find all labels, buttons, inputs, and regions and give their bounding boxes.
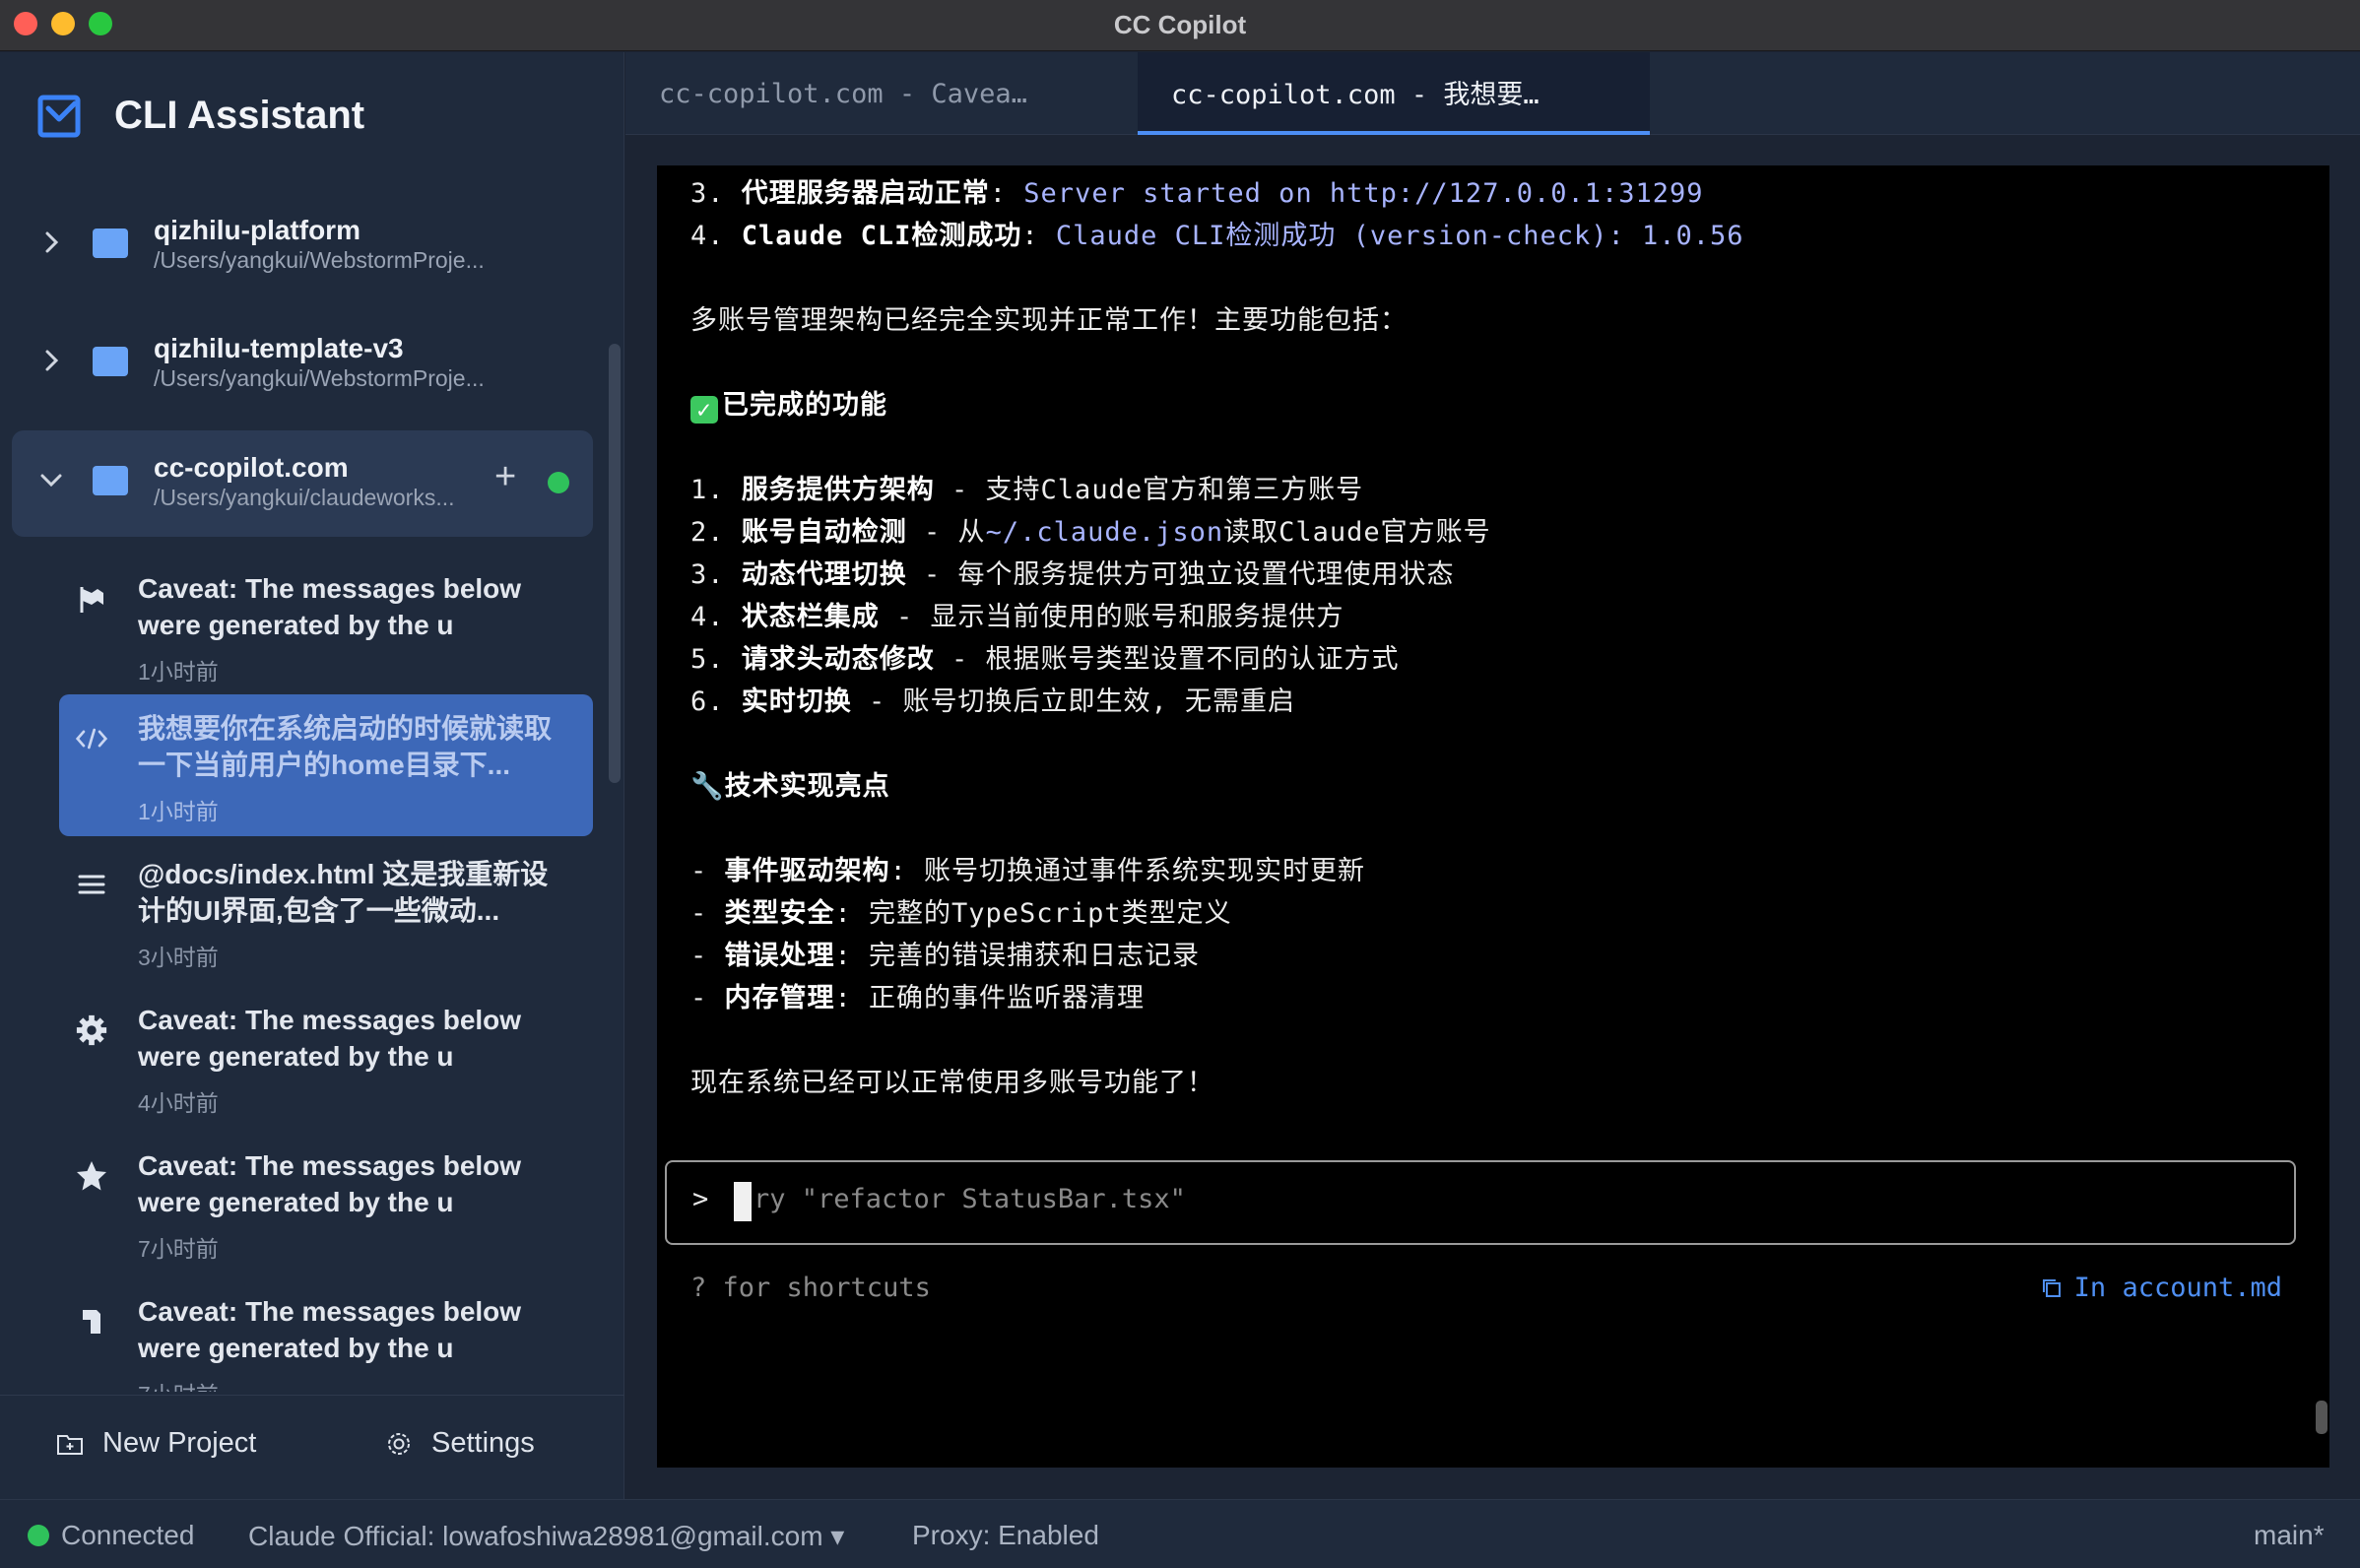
project-name: qizhilu-template-v3: [154, 333, 404, 363]
session-item[interactable]: Caveat: The messages below were generate…: [59, 1277, 593, 1392]
terminal-line: - 类型安全: 完整的TypeScript类型定义: [690, 898, 1232, 929]
terminal-line: 3. 代理服务器启动正常: Server started on http://1…: [690, 178, 1704, 209]
shortcuts-hint: ? for shortcuts: [690, 1273, 931, 1303]
code-icon: [75, 722, 108, 755]
check-mark-icon: ✓: [690, 396, 718, 424]
session-title: Caveat: The messages below were generate…: [138, 573, 522, 640]
session-item[interactable]: Caveat: The messages below were generate…: [59, 555, 593, 696]
wrench-icon: 🔧: [690, 771, 725, 802]
chevron-right-icon[interactable]: [39, 230, 63, 254]
terminal-line: 3. 动态代理切换 - 每个服务提供方可独立设置代理使用状态: [690, 559, 1455, 590]
settings-label: Settings: [431, 1427, 535, 1459]
app-title: CLI Assistant: [114, 94, 365, 137]
window-title: CC Copilot: [1113, 10, 1247, 39]
proxy-status[interactable]: Proxy: Enabled: [912, 1520, 1099, 1551]
tab-session-active[interactable]: cc-copilot.com - 我想要…: [1138, 52, 1650, 135]
terminal-line: 多账号管理架构已经完全实现并正常工作！主要功能包括：: [690, 305, 1408, 336]
session-item[interactable]: @docs/index.html 这是我重新设计的UI界面,包含了一些微动...…: [59, 840, 593, 982]
session-time: 7小时前: [138, 1236, 219, 1262]
terminal-line: - 内存管理: 正确的事件监听器清理: [690, 983, 1146, 1013]
connection-status-dot: [28, 1525, 49, 1546]
project-status-dot: [548, 472, 569, 493]
text-cursor: [734, 1182, 752, 1221]
tab-bar: cc-copilot.com - Cavea… cc-copilot.com -…: [625, 52, 2360, 135]
session-time: 1小时前: [138, 799, 219, 824]
bookmark-icon: [75, 1305, 108, 1339]
terminal-heading: 🔧技术实现亮点: [690, 771, 890, 802]
terminal-line: 6. 实时切换 - 账号切换后立即生效, 无需重启: [690, 686, 1296, 717]
terminal-line: 现在系统已经可以正常使用多账号功能了！: [690, 1068, 1214, 1098]
sidebar-footer: New Project Settings: [0, 1395, 624, 1499]
session-time: 3小时前: [138, 945, 219, 970]
project-path: /Users/yangkui/claudeworks...: [154, 485, 455, 510]
terminal-line: 4. Claude CLI检测成功: Claude CLI检测成功 (versi…: [690, 221, 1744, 251]
terminal-line: - 事件驱动架构: 账号切换通过事件系统实现实时更新: [690, 856, 1366, 886]
session-item[interactable]: Caveat: The messages below were generate…: [59, 986, 593, 1128]
project-name: cc-copilot.com: [154, 452, 349, 483]
project-item[interactable]: qizhilu-platform /Users/yangkui/Webstorm…: [12, 193, 593, 299]
terminal-line: 2. 账号自动检测 - 从~/.claude.json读取Claude官方账号: [690, 517, 1491, 548]
terminal-scrollbar[interactable]: [2316, 1401, 2327, 1434]
session-title: 我想要你在系统启动的时候就读取一下当前用户的home目录下...: [138, 713, 553, 780]
session-item[interactable]: Caveat: The messages below were generate…: [59, 1132, 593, 1274]
prompt-input[interactable]: > ry "refactor StatusBar.tsx": [665, 1160, 2296, 1245]
folder-icon: [93, 466, 128, 495]
gear-icon: [388, 1432, 410, 1455]
terminal-heading: ✓ 已完成的功能: [690, 383, 887, 424]
checkbox-logo-icon: [37, 95, 81, 137]
folder-icon: [93, 229, 128, 258]
connection-status: Connected: [61, 1520, 195, 1550]
account-selector[interactable]: Claude Official: lowafoshiwa28981@gmail.…: [248, 1520, 844, 1552]
terminal-line: 5. 请求头动态修改 - 根据账号类型设置不同的认证方式: [690, 644, 1400, 675]
session-item-active[interactable]: 我想要你在系统启动的时候就读取一下当前用户的home目录下... 1小时前: [59, 694, 593, 836]
app-brand: CLI Assistant: [37, 94, 364, 138]
close-window-button[interactable]: [14, 12, 37, 35]
title-bar: CC Copilot: [0, 0, 2360, 51]
terminal-line: 1. 服务提供方架构 - 支持Claude官方和第三方账号: [690, 475, 1364, 505]
project-name: qizhilu-platform: [154, 215, 361, 245]
new-project-button[interactable]: New Project: [55, 1427, 256, 1460]
star-icon: [75, 1159, 108, 1193]
project-item-active[interactable]: cc-copilot.com /Users/yangkui/claudework…: [12, 430, 593, 537]
project-item[interactable]: qizhilu-template-v3 /Users/yangkui/Webst…: [12, 311, 593, 418]
copy-icon: [2042, 1278, 2061, 1297]
session-title: Caveat: The messages below were generate…: [138, 1005, 522, 1072]
chevron-down-icon[interactable]: [39, 468, 63, 491]
terminal-output[interactable]: 3. 代理服务器启动正常: Server started on http://1…: [657, 165, 2329, 1468]
sidebar-scrollbar[interactable]: [609, 344, 621, 783]
window-controls: [14, 12, 112, 35]
folder-plus-icon: [57, 1434, 83, 1455]
terminal-line: 4. 状态栏集成 - 显示当前使用的账号和服务提供方: [690, 602, 1344, 632]
git-branch[interactable]: main*: [2254, 1520, 2325, 1551]
session-time: 1小时前: [138, 659, 219, 685]
session-time: 7小时前: [138, 1376, 219, 1392]
chevron-right-icon[interactable]: [39, 349, 63, 372]
zoom-window-button[interactable]: [89, 12, 112, 35]
prompt-symbol: >: [692, 1184, 709, 1214]
add-session-button[interactable]: +: [494, 456, 516, 498]
session-title: @docs/index.html 这是我重新设计的UI界面,包含了一些微动...: [138, 859, 549, 926]
current-file-label: In account.md: [2073, 1273, 2282, 1303]
new-project-label: New Project: [102, 1427, 257, 1459]
project-path: /Users/yangkui/WebstormProje...: [154, 365, 485, 391]
session-title: Caveat: The messages below were generate…: [138, 1296, 522, 1363]
project-path: /Users/yangkui/WebstormProje...: [154, 247, 485, 273]
settings-button[interactable]: Settings: [384, 1427, 535, 1460]
prompt-placeholder: ry "refactor StatusBar.tsx": [754, 1184, 1186, 1214]
gear-icon: [75, 1013, 108, 1047]
tab-session-caveat[interactable]: cc-copilot.com - Cavea…: [625, 52, 1138, 135]
folder-icon: [93, 347, 128, 376]
terminal-line: - 错误处理: 完善的错误捕获和日志记录: [690, 941, 1201, 971]
status-bar: Connected Claude Official: lowafoshiwa28…: [0, 1499, 2360, 1568]
flag-icon: [75, 582, 108, 616]
sidebar: CLI Assistant qizhilu-platform /Users/ya…: [0, 52, 624, 1499]
current-file-indicator[interactable]: In account.md: [2041, 1273, 2282, 1303]
session-title: Caveat: The messages below were generate…: [138, 1150, 522, 1217]
list-icon: [75, 868, 108, 901]
minimize-window-button[interactable]: [51, 12, 75, 35]
session-time: 4小时前: [138, 1090, 219, 1116]
